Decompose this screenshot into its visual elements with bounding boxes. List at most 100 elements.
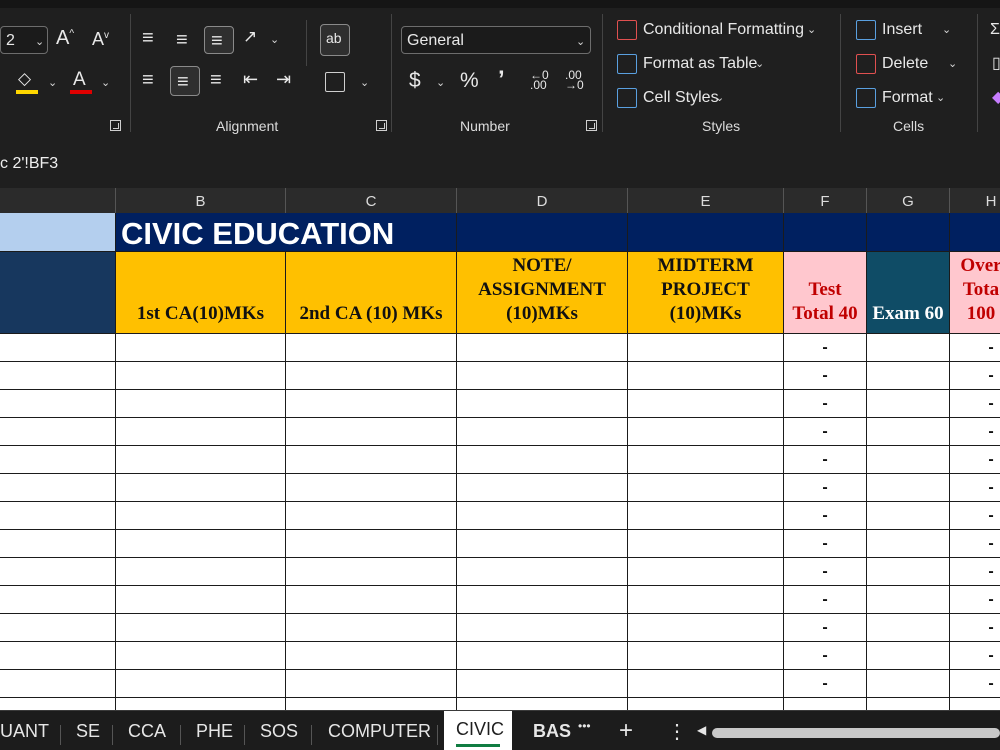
column-header-e[interactable]: E <box>628 188 784 213</box>
number-dialog-launcher-icon[interactable] <box>586 120 597 131</box>
decrease-indent-button[interactable]: ⇤ <box>243 70 258 88</box>
cell-a2[interactable] <box>0 252 116 334</box>
header-overall-total[interactable]: Over Tota 100 <box>950 252 1000 334</box>
column-header-a[interactable] <box>0 188 116 213</box>
data-cell[interactable] <box>457 530 628 558</box>
data-cell[interactable] <box>116 614 286 642</box>
data-cell[interactable] <box>867 586 950 614</box>
data-cell[interactable] <box>628 334 784 362</box>
data-cell[interactable] <box>457 558 628 586</box>
fill-color-chevron-icon[interactable]: ⌄ <box>48 76 57 89</box>
data-cell[interactable] <box>286 698 457 710</box>
sheet-tab-se[interactable]: SE <box>76 721 100 742</box>
scroll-left-icon[interactable]: ◀ <box>697 723 706 737</box>
data-cell[interactable] <box>867 334 950 362</box>
data-cell[interactable]: - <box>950 418 1000 446</box>
data-cell[interactable] <box>867 446 950 474</box>
data-cell[interactable] <box>116 362 286 390</box>
data-cell[interactable] <box>116 502 286 530</box>
data-cell[interactable] <box>628 586 784 614</box>
orientation-chevron-icon[interactable]: ⌄ <box>270 33 279 46</box>
merge-chevron-icon[interactable]: ⌄ <box>360 76 369 89</box>
data-cell[interactable]: - <box>784 558 867 586</box>
data-cell[interactable] <box>0 390 116 418</box>
header-test-total[interactable]: Test Total 40 <box>784 252 867 334</box>
top-align-button[interactable]: ≡ <box>142 28 154 48</box>
increase-decimal-button[interactable]: ←0.00 <box>530 69 549 91</box>
column-header-h[interactable]: H <box>950 188 1000 213</box>
comma-style-button[interactable]: ’ <box>498 68 505 92</box>
data-cell[interactable] <box>286 390 457 418</box>
data-cell[interactable] <box>286 586 457 614</box>
data-cell[interactable]: - <box>950 334 1000 362</box>
data-cell[interactable] <box>457 642 628 670</box>
title-cell[interactable]: CIVIC EDUCATION <box>116 213 457 252</box>
column-header-d[interactable]: D <box>457 188 628 213</box>
orientation-button[interactable]: ↗ <box>243 28 257 45</box>
data-cell[interactable] <box>628 642 784 670</box>
data-cell[interactable] <box>867 558 950 586</box>
data-cell[interactable] <box>116 446 286 474</box>
data-cell[interactable] <box>116 670 286 698</box>
data-cell[interactable] <box>457 474 628 502</box>
header-exam[interactable]: Exam 60 <box>867 252 950 334</box>
data-cell[interactable] <box>628 698 784 710</box>
data-cell[interactable] <box>628 446 784 474</box>
data-cell[interactable]: - <box>950 362 1000 390</box>
data-cell[interactable] <box>0 642 116 670</box>
data-cell[interactable] <box>286 558 457 586</box>
data-cell[interactable] <box>867 362 950 390</box>
data-cell[interactable] <box>457 502 628 530</box>
data-cell[interactable]: - <box>784 698 867 710</box>
data-cell[interactable] <box>116 474 286 502</box>
data-cell[interactable] <box>286 362 457 390</box>
data-cell[interactable] <box>457 390 628 418</box>
cell-e1[interactable] <box>628 213 784 252</box>
data-cell[interactable]: - <box>950 390 1000 418</box>
data-cell[interactable]: - <box>784 502 867 530</box>
bottom-align-button[interactable]: ≡ <box>204 26 234 54</box>
data-cell[interactable] <box>116 334 286 362</box>
font-color-button[interactable]: A <box>70 70 92 94</box>
data-cell[interactable] <box>286 334 457 362</box>
data-cell[interactable] <box>0 698 116 710</box>
wrap-text-button[interactable]: ab <box>320 24 350 56</box>
data-cell[interactable]: - <box>784 362 867 390</box>
data-cell[interactable] <box>628 558 784 586</box>
cell-f1[interactable] <box>784 213 867 252</box>
cell-a1[interactable] <box>0 213 116 252</box>
data-cell[interactable] <box>0 446 116 474</box>
currency-chevron-icon[interactable]: ⌄ <box>436 76 445 89</box>
data-cell[interactable] <box>867 474 950 502</box>
data-cell[interactable]: - <box>784 334 867 362</box>
font-dialog-launcher-icon[interactable] <box>110 120 121 131</box>
clear-icon[interactable]: ◆ <box>992 90 1000 106</box>
data-cell[interactable]: - <box>950 586 1000 614</box>
data-cell[interactable] <box>0 614 116 642</box>
data-cell[interactable] <box>457 362 628 390</box>
column-header-c[interactable]: C <box>286 188 457 213</box>
add-sheet-icon[interactable]: + <box>619 717 633 745</box>
align-right-button[interactable]: ≡ <box>210 70 222 90</box>
data-cell[interactable]: - <box>950 670 1000 698</box>
data-cell[interactable] <box>628 418 784 446</box>
header-1st-ca[interactable]: 1st CA(10)MKs <box>116 252 286 334</box>
data-cell[interactable] <box>0 334 116 362</box>
sheet-tab-computer[interactable]: COMPUTER <box>328 721 431 742</box>
sheet-options-icon[interactable]: ⋮ <box>667 719 687 744</box>
merge-center-icon[interactable] <box>325 72 345 92</box>
horizontal-scrollbar[interactable] <box>712 728 1000 738</box>
data-cell[interactable] <box>457 334 628 362</box>
data-cell[interactable] <box>628 362 784 390</box>
data-cell[interactable] <box>286 670 457 698</box>
percent-button[interactable]: % <box>460 70 479 91</box>
data-cell[interactable] <box>286 642 457 670</box>
data-cell[interactable] <box>116 558 286 586</box>
font-color-chevron-icon[interactable]: ⌄ <box>101 76 110 89</box>
data-cell[interactable] <box>457 614 628 642</box>
sheet-tab-cca[interactable]: CCA <box>128 721 166 742</box>
decrease-decimal-button[interactable]: .00 →0 <box>565 69 584 91</box>
data-cell[interactable]: - <box>950 530 1000 558</box>
data-cell[interactable] <box>116 530 286 558</box>
alignment-dialog-launcher-icon[interactable] <box>376 120 387 131</box>
